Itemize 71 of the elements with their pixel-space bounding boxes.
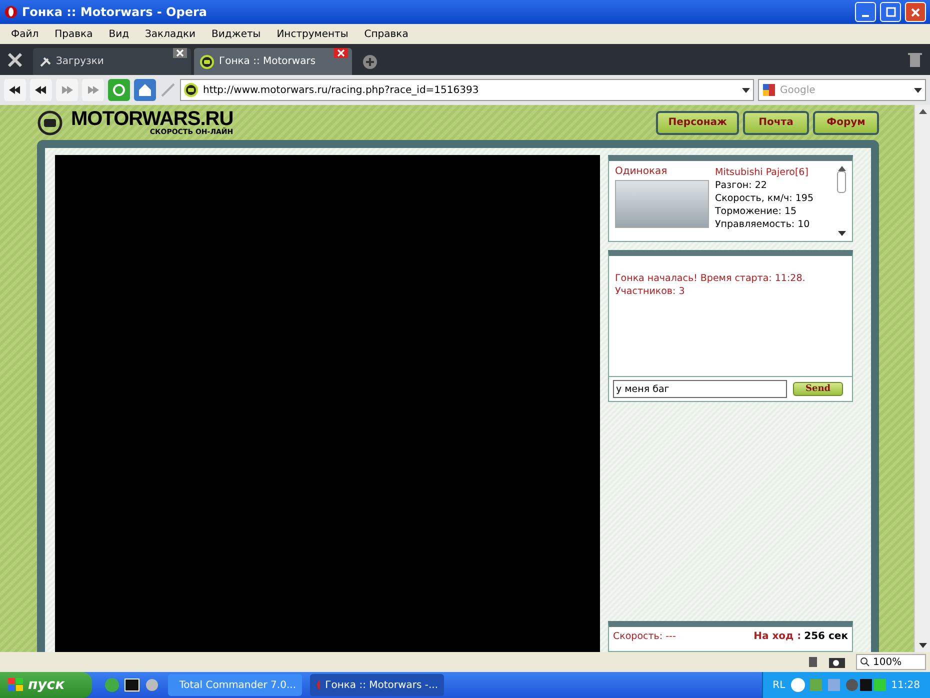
address-field[interactable]: http://www.motorwars.ru/racing.php?race_id=1516393 [180, 79, 754, 101]
car-name[interactable]: Mitsubishi Pajero[6] [715, 166, 814, 179]
send-button[interactable]: Send [793, 382, 843, 396]
car-stat: Торможение: 15 [715, 205, 798, 218]
turn-time: 256 сек [804, 631, 848, 642]
dropdown-arrow-icon[interactable] [914, 88, 922, 92]
close-icon [911, 8, 920, 16]
dropdown-arrow-icon[interactable] [742, 88, 750, 92]
turn-label: На ход : [754, 631, 802, 642]
arrow-left-icon [35, 85, 47, 95]
nav-button[interactable]: Персонаж [656, 110, 739, 134]
camera-icon[interactable] [828, 656, 848, 668]
fast-forward-button[interactable] [82, 79, 104, 101]
scroll-up-icon[interactable] [918, 109, 926, 114]
menu-item[interactable]: Закладки [138, 28, 203, 40]
car-stat: Скорость, км/ч: 195 [715, 192, 814, 205]
minimize-icon [862, 14, 869, 16]
reload-icon [112, 83, 126, 97]
add-tab-icon[interactable] [363, 55, 377, 69]
chat-input[interactable]: у меня баг [613, 380, 787, 398]
chat-message: Участников: 3 [615, 285, 686, 298]
menu-item[interactable]: Правка [48, 28, 100, 40]
arrow-right-icon [87, 85, 99, 95]
site-icon [184, 83, 198, 97]
clock: 11:28 [891, 680, 920, 690]
menu-item[interactable]: Вид [102, 28, 136, 40]
site-logo[interactable]: MOTORWARS.RU [71, 109, 234, 129]
zoom-field[interactable]: 100% [856, 654, 926, 670]
logo-icon [37, 110, 63, 136]
close-icon[interactable] [176, 49, 184, 57]
magnifier-icon [860, 657, 870, 667]
scrollbar-thumb[interactable] [837, 171, 846, 193]
tray-icons-drawing[interactable] [790, 677, 886, 693]
car-stat: Управляемость: 10 [715, 218, 811, 231]
nav-button[interactable]: Форум [813, 110, 879, 134]
menu-item[interactable]: Файл [4, 28, 46, 40]
close-icon[interactable] [337, 49, 345, 57]
nav-button[interactable]: Почта [743, 110, 809, 134]
rewind-button[interactable] [4, 79, 26, 101]
panel-icon[interactable] [806, 656, 820, 668]
trash-icon[interactable] [908, 52, 922, 68]
window-title: Гонка :: Motorwars - Opera [22, 5, 207, 19]
windows-logo-icon [8, 678, 24, 692]
scroll-down-icon[interactable] [918, 643, 926, 648]
minimize-button[interactable] [855, 2, 876, 22]
menu-item[interactable]: Справка [357, 28, 416, 40]
browser-tab[interactable]: Гонка :: Motorwars [194, 48, 352, 75]
vertical-scrollbar[interactable] [914, 105, 930, 652]
taskbar-window[interactable]: Гонка :: Motorwars -... [310, 674, 444, 696]
maximize-button[interactable] [880, 2, 901, 22]
arrow-right-icon [61, 85, 73, 95]
monitor-icon[interactable] [124, 677, 140, 693]
google-logo-icon [762, 83, 776, 97]
house-icon [138, 83, 152, 97]
menu-item[interactable]: Инструменты [270, 28, 356, 40]
scroll-up-icon[interactable] [838, 166, 846, 171]
back-button[interactable] [30, 79, 52, 101]
menu-item[interactable]: Виджеты [204, 28, 268, 40]
chat-message: Гонка началась! Время старта: 11:28. [615, 272, 806, 285]
reload-button[interactable] [108, 79, 130, 101]
site-icon [200, 54, 214, 68]
browser-tab[interactable]: Загрузки [33, 48, 191, 75]
close-button[interactable] [905, 2, 926, 22]
maximize-icon [886, 7, 896, 17]
home-button[interactable] [134, 79, 156, 101]
player-status[interactable]: Одинокая [615, 166, 709, 177]
scroll-down-icon[interactable] [838, 231, 846, 236]
arrow-left-icon [9, 85, 21, 95]
car-stat: Разгон: 22 [715, 179, 768, 192]
speed-reading: Скорость: --- [613, 631, 676, 642]
opera-logo-icon [4, 5, 18, 19]
